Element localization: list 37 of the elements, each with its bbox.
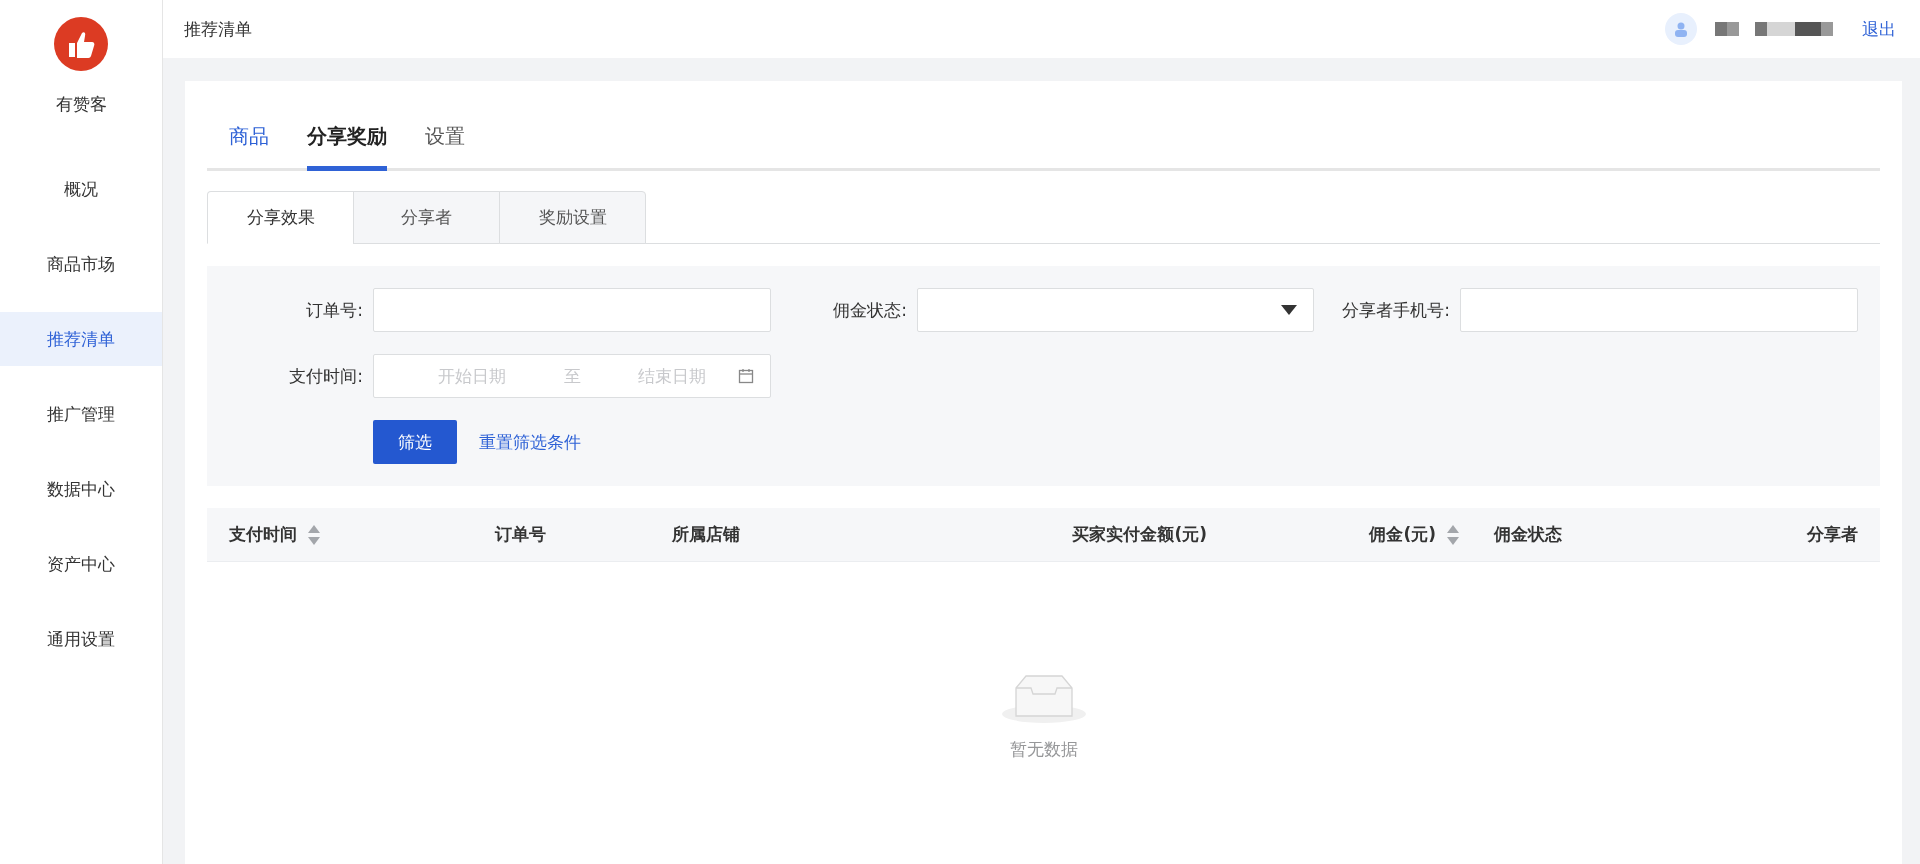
caret-icon [1281,305,1297,315]
sharer-phone-field[interactable] [1460,288,1858,332]
sidebar-item[interactable]: 通用设置 [0,612,162,666]
sub-tab[interactable]: 分享效果 [207,191,354,244]
commission-status-select[interactable] [917,288,1314,332]
logout-link[interactable]: 退出 [1862,17,1896,41]
tab[interactable]: 设置 [425,119,465,171]
avatar-icon[interactable] [1665,13,1697,45]
sidebar-item[interactable]: 概况 [0,162,162,216]
thumbs-up-logo-icon [54,17,108,71]
brand-name: 有赞客 [55,93,107,116]
field-label: 分享者手机号: [1341,298,1451,322]
page-title: 推荐清单 [184,17,253,41]
calendar-icon [738,368,754,384]
sidebar-item[interactable]: 推广管理 [0,387,162,441]
filter-button[interactable]: 筛选 [373,420,457,464]
sidebar-item[interactable]: 推荐清单 [0,312,162,366]
sidebar-item[interactable]: 数据中心 [0,462,162,516]
field-label: 佣金状态: [832,298,908,322]
column-header: 分享者 [1807,523,1858,546]
sidebar-item[interactable]: 商品市场 [0,237,162,291]
empty-state-text: 暂无数据 [1009,738,1078,761]
field-label: 支付时间: [288,364,364,388]
sub-tab[interactable]: 奖励设置 [499,191,646,244]
order-number-field[interactable] [373,288,771,332]
column-header[interactable]: 佣金(元) [1369,523,1436,546]
column-header: 订单号 [495,523,546,546]
sub-tab[interactable]: 分享者 [353,191,500,244]
tab[interactable]: 商品 [229,119,269,171]
column-header: 佣金状态 [1494,523,1562,546]
column-header: 买家实付金额(元) [1072,523,1207,546]
field-label: 订单号: [305,298,364,322]
column-header[interactable]: 支付时间 [229,523,297,546]
reset-filters-link[interactable]: 重置筛选条件 [479,430,581,454]
tab[interactable]: 分享奖励 [307,119,387,171]
column-header: 所属店铺 [672,523,740,546]
sidebar-item[interactable]: 资产中心 [0,537,162,591]
